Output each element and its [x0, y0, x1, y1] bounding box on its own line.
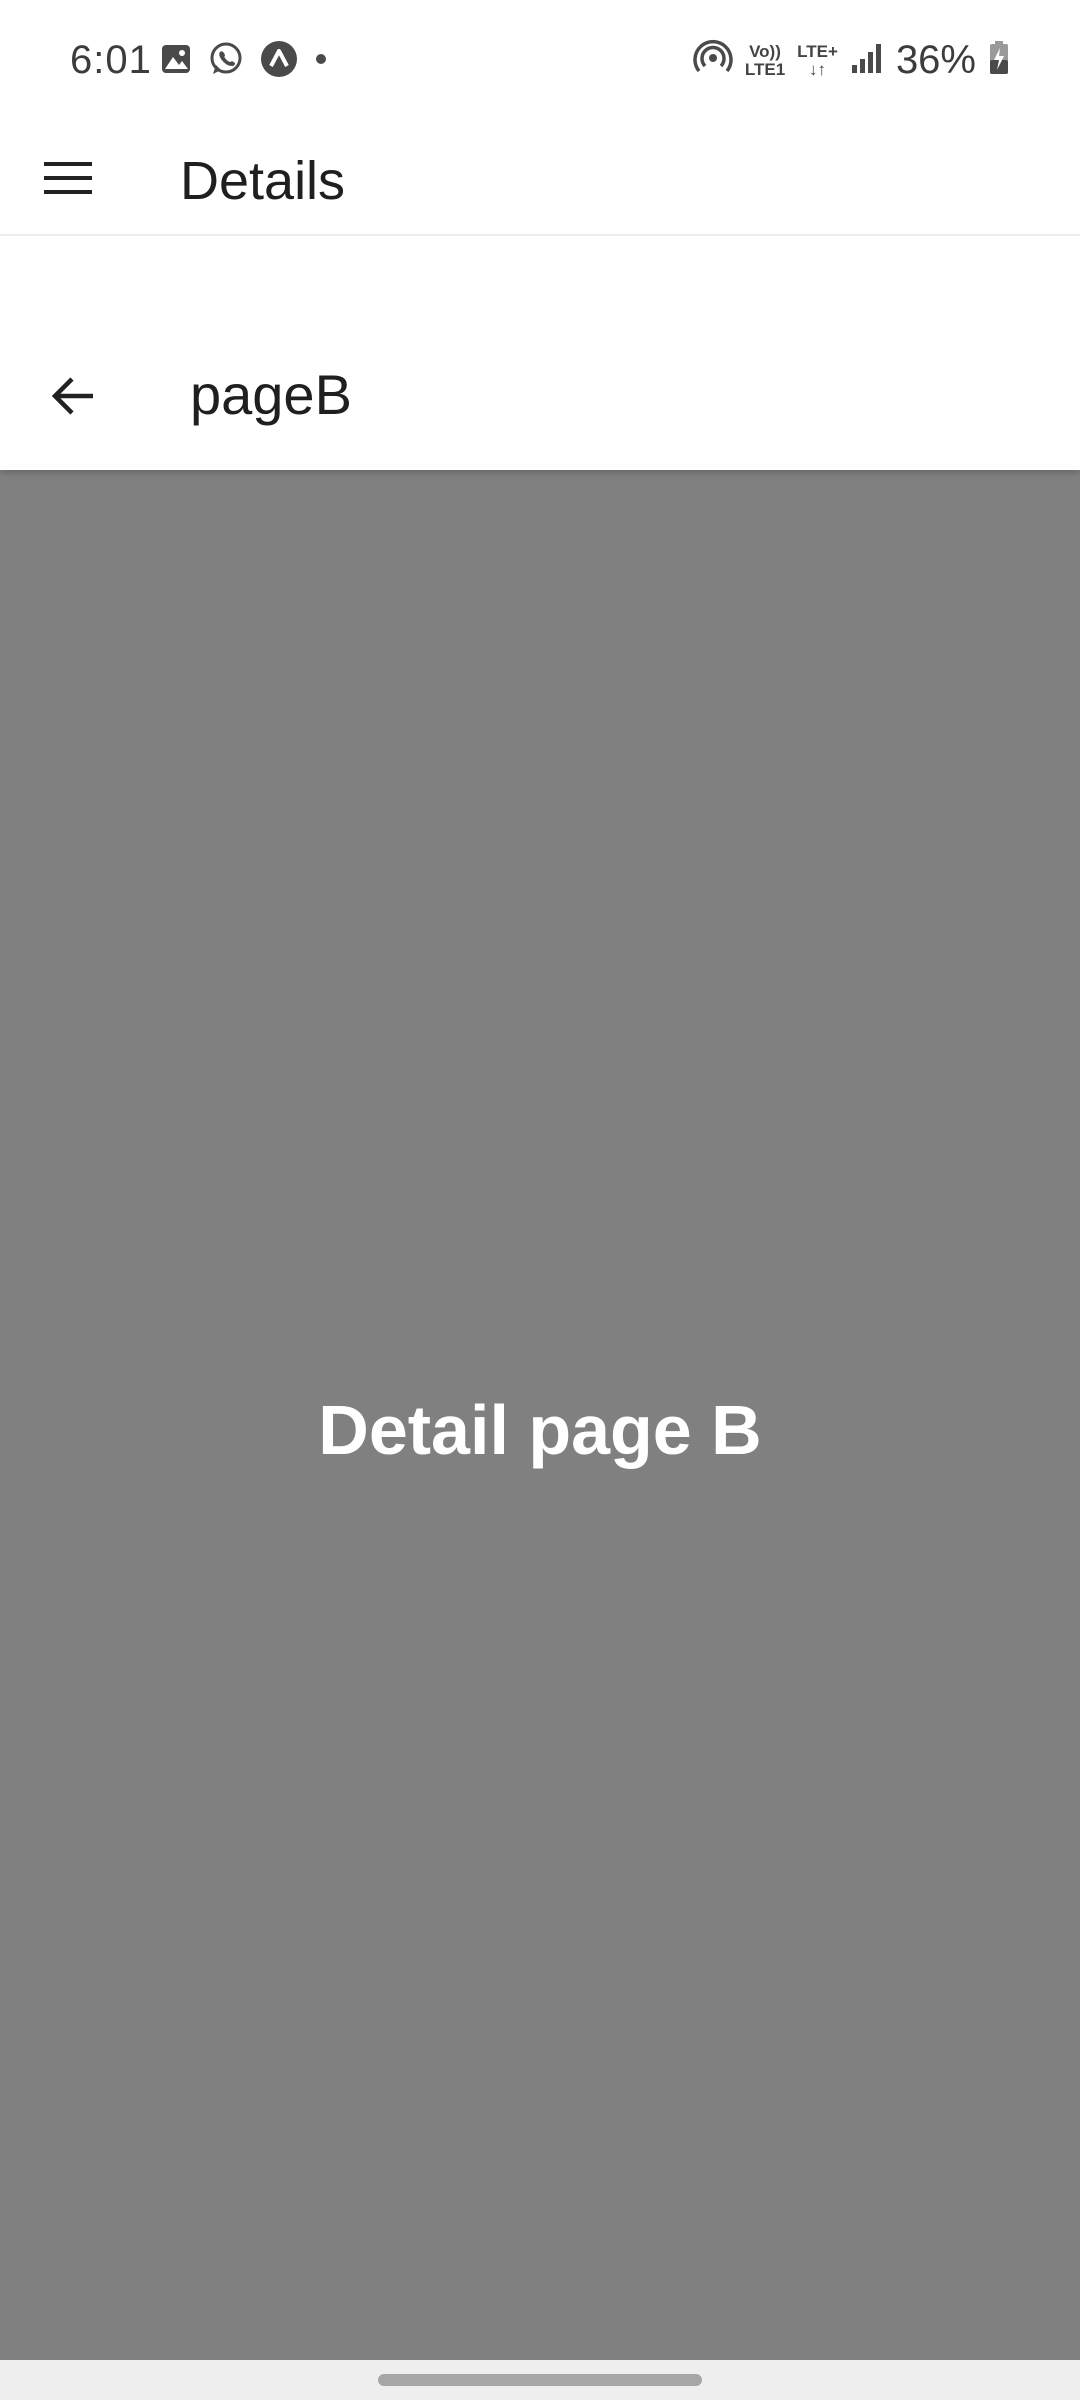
gallery-icon — [160, 43, 192, 80]
page-title: Details — [180, 151, 346, 211]
hotspot-icon — [693, 38, 733, 83]
status-system-icons: Vo)) LTE1 LTE+ ↓↑ 36% — [693, 38, 1010, 83]
navigation-bar — [0, 2360, 1080, 2400]
subpage-title: pageB — [190, 363, 352, 426]
top-app-bar: Details — [0, 122, 1080, 236]
dot-icon — [314, 52, 328, 71]
menu-button[interactable] — [28, 140, 108, 220]
signal-icon — [850, 41, 884, 80]
lte1-label: LTE1 — [744, 59, 786, 79]
battery-charging-icon — [988, 40, 1010, 81]
app-icon — [260, 40, 298, 83]
volte-label: Vo)) — [749, 41, 781, 61]
back-button[interactable] — [32, 356, 116, 440]
secondary-app-bar — [0, 236, 1080, 470]
data-arrows-label: ↓↑ — [809, 59, 827, 79]
detail-text: Detail page B — [318, 1391, 762, 1469]
volte-indicator: Vo)) LTE1 — [744, 41, 786, 79]
lte-indicator: LTE+ ↓↑ — [797, 41, 838, 79]
battery-percent: 36% — [895, 38, 976, 82]
status-time: 6:01 — [70, 38, 152, 82]
whatsapp-icon — [208, 41, 244, 82]
lte-plus-label: LTE+ — [797, 41, 838, 61]
detail-content: Detail page B — [0, 470, 1080, 2360]
home-gesture-handle[interactable] — [378, 2374, 702, 2386]
status-bar: 6:01 Vo)) LTE1 LTE+ ↓↑ 36% — [0, 0, 1080, 122]
back-arrow-icon — [51, 376, 97, 421]
hamburger-menu-icon — [44, 160, 92, 201]
status-notification-icons — [160, 40, 328, 83]
